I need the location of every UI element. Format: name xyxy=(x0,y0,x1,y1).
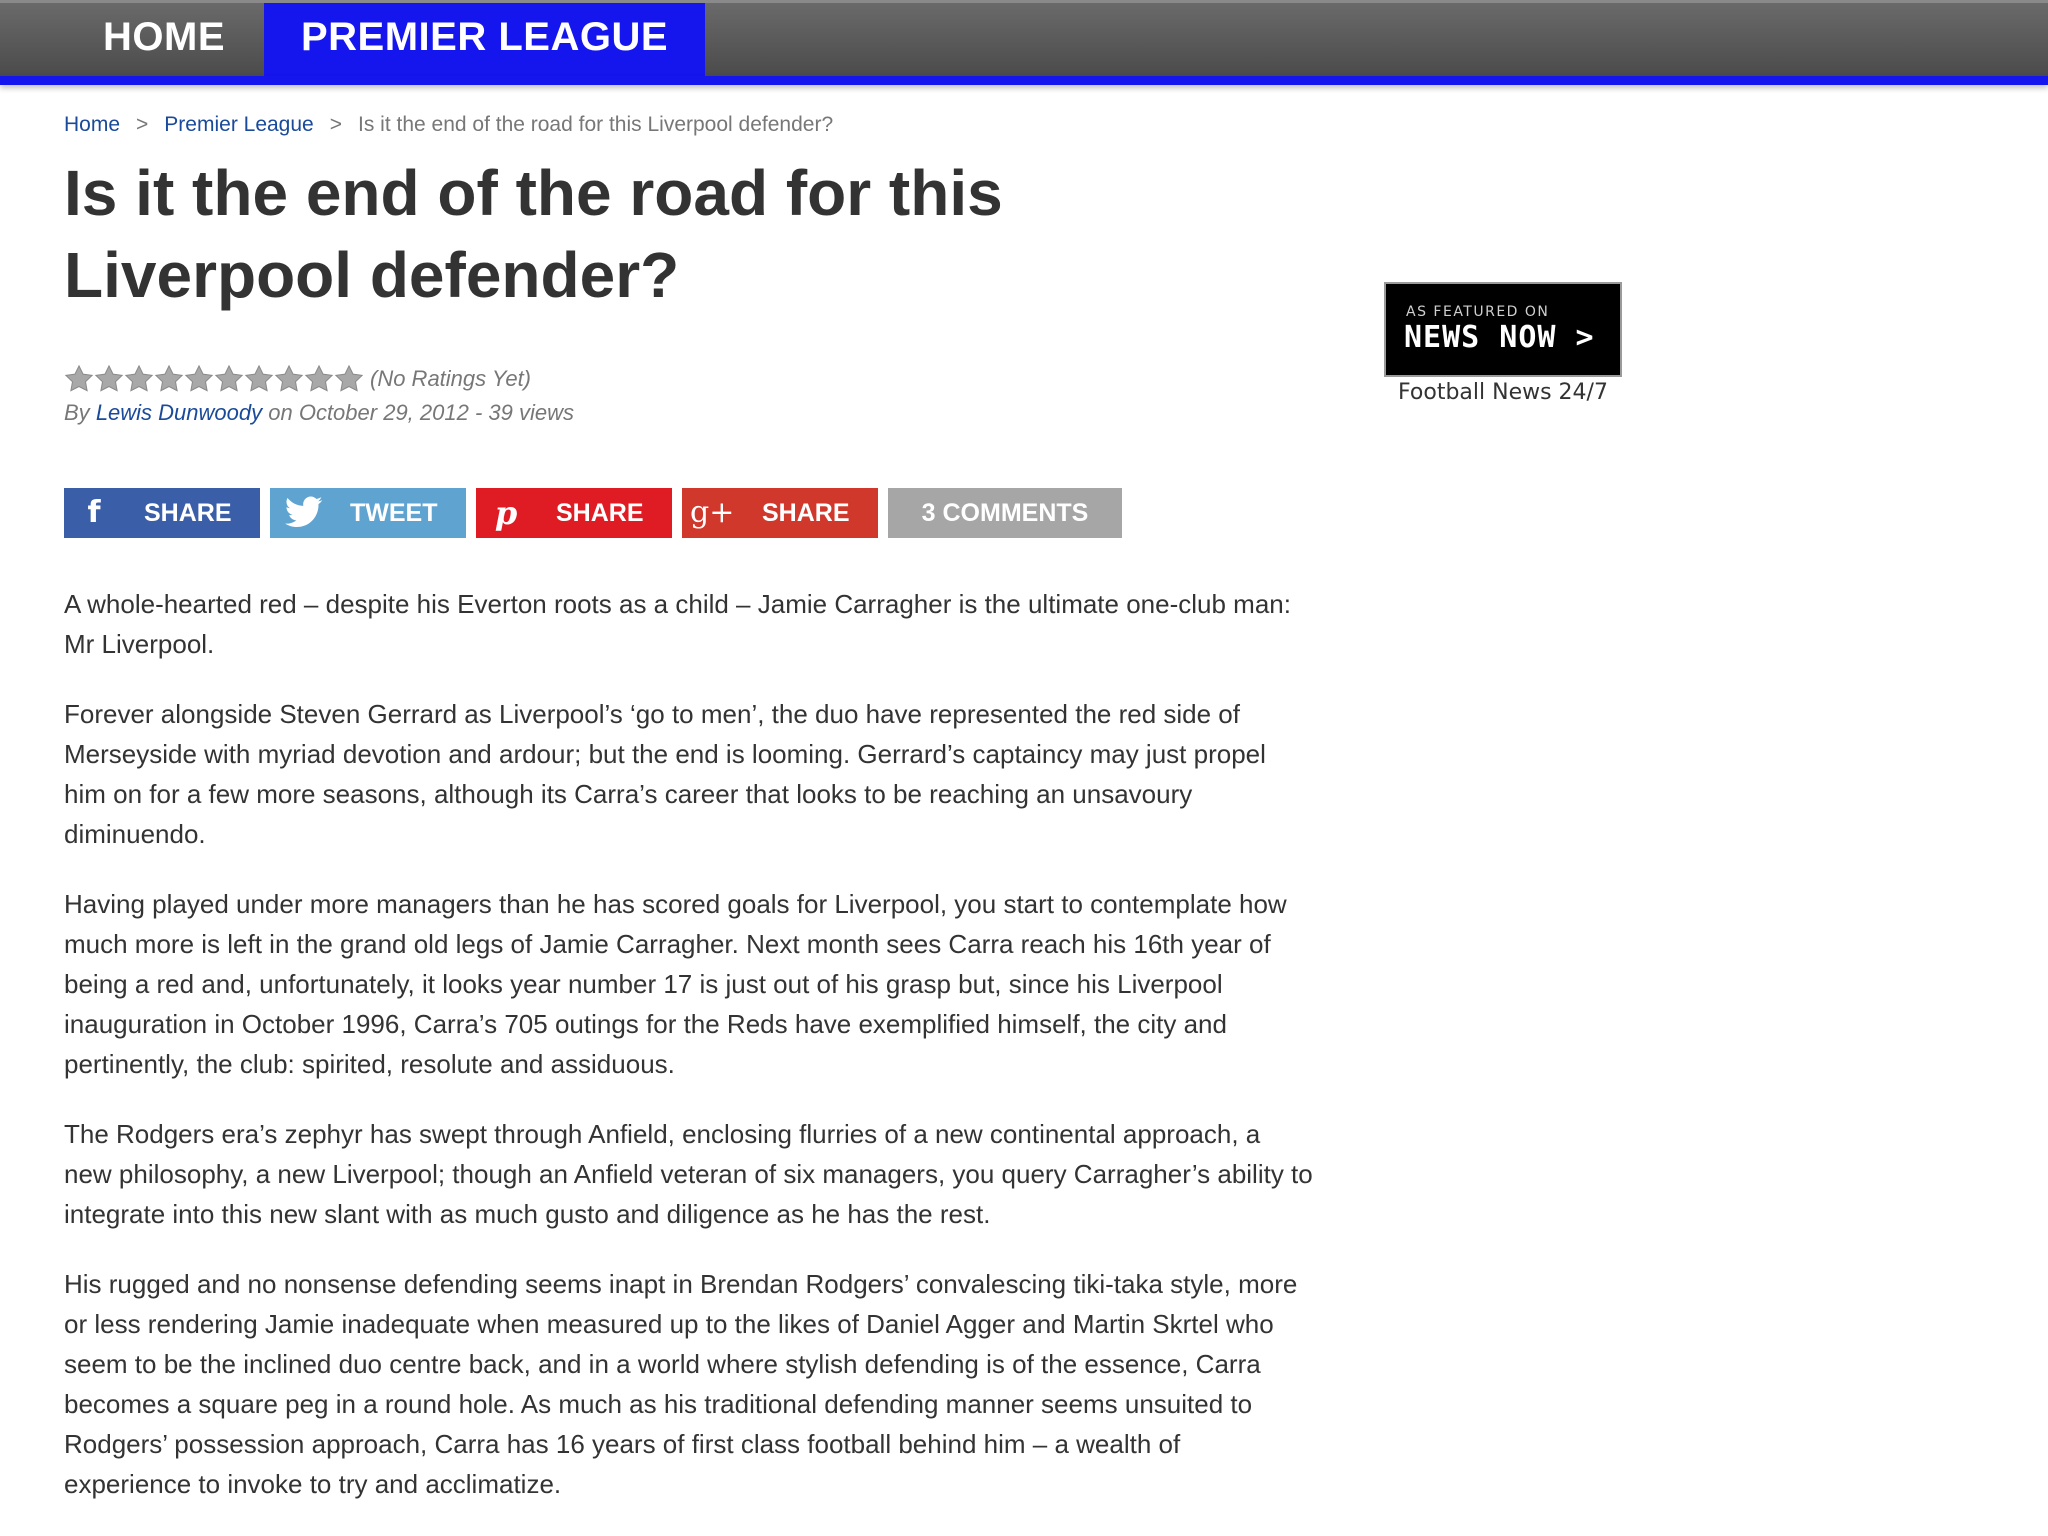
article-paragraph: Forever alongside Steven Gerrard as Live… xyxy=(64,699,1266,849)
breadcrumb: Home > Premier League > Is it the end of the… xyxy=(64,113,833,137)
facebook-icon: f xyxy=(87,495,101,530)
pinterest-share-label: SHARE xyxy=(556,499,644,527)
rating-star-icon[interactable] xyxy=(124,364,154,394)
googleplus-share-label: SHARE xyxy=(762,499,850,527)
article-body: A whole-hearted red – despite his Everto… xyxy=(64,584,1314,1534)
news-now-badge[interactable]: AS FEATURED ON NEWS NOW > xyxy=(1384,282,1622,377)
rating-star-icon[interactable] xyxy=(214,364,244,394)
breadcrumb-home-link[interactable]: Home xyxy=(64,113,120,136)
article-paragraph: His rugged and no nonsense defending see… xyxy=(64,1269,1298,1499)
rating-star-icon[interactable] xyxy=(64,364,94,394)
rating-star-icon[interactable] xyxy=(184,364,214,394)
rating-text: (No Ratings Yet) xyxy=(370,366,532,391)
pinterest-share-button[interactable]: p SHARE xyxy=(476,488,672,538)
article-paragraph: A whole-hearted red – despite his Everto… xyxy=(64,589,1291,659)
rating-stars[interactable] xyxy=(64,364,364,394)
news-now-badge-small-text: AS FEATURED ON xyxy=(1406,304,1550,320)
rating-star-icon[interactable] xyxy=(274,364,304,394)
breadcrumb-separator: > xyxy=(329,113,342,136)
rating-star-icon[interactable] xyxy=(304,364,334,394)
comments-button[interactable]: 3 COMMENTS xyxy=(888,488,1122,538)
byline-prefix: By xyxy=(64,400,90,425)
breadcrumb-current: Is it the end of the road for this Liver… xyxy=(357,113,834,136)
top-nav-bar: HOME PREMIER LEAGUE xyxy=(0,0,2048,79)
googleplus-icon: g+ xyxy=(690,495,735,530)
facebook-share-button[interactable]: f SHARE xyxy=(64,488,260,538)
rating-star-icon[interactable] xyxy=(154,364,184,394)
article-paragraph: The Rodgers era’s zephyr has swept throu… xyxy=(64,1119,1313,1229)
rating-star-icon[interactable] xyxy=(334,364,364,394)
rating-widget: (No Ratings Yet) xyxy=(64,364,531,400)
pinterest-icon: p xyxy=(494,494,518,532)
rating-star-icon[interactable] xyxy=(94,364,124,394)
twitter-icon xyxy=(270,488,330,538)
breadcrumb-section-link[interactable]: Premier League xyxy=(164,113,313,136)
article-byline: By Lewis Dunwoody on October 29, 2012 - … xyxy=(64,400,574,426)
news-now-caption: Football News 24/7 xyxy=(1398,380,1608,405)
author-link[interactable]: Lewis Dunwoody xyxy=(96,400,262,425)
rating-star-icon[interactable] xyxy=(244,364,274,394)
article-paragraph: Having played under more managers than h… xyxy=(64,889,1287,1079)
twitter-tweet-label: TWEET xyxy=(350,499,438,527)
nav-premier-league-link[interactable]: PREMIER LEAGUE xyxy=(264,3,705,79)
breadcrumb-separator: > xyxy=(136,113,149,136)
news-now-badge-logo-text: NEWS NOW > xyxy=(1404,320,1595,355)
googleplus-share-button[interactable]: g+ SHARE xyxy=(682,488,878,538)
facebook-share-label: SHARE xyxy=(144,499,232,527)
article-date-views: on October 29, 2012 - 39 views xyxy=(268,400,574,425)
nav-accent-stripe xyxy=(0,76,2048,85)
nav-home-link[interactable]: HOME xyxy=(78,3,250,76)
article-title: Is it the end of the road for this Liver… xyxy=(64,157,1003,311)
twitter-tweet-button[interactable]: TWEET xyxy=(270,488,466,538)
